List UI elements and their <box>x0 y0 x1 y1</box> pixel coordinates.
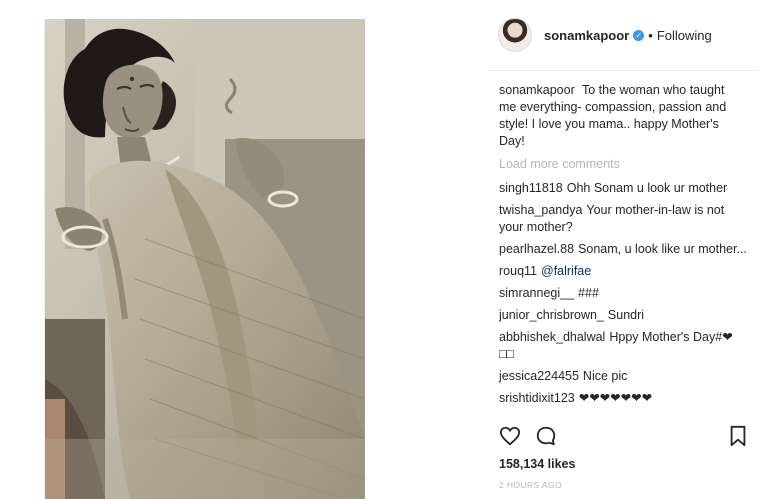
comment-text: Sundri <box>607 308 645 322</box>
avatar[interactable] <box>498 18 532 52</box>
comment-username[interactable]: junior_chrisbrown_ <box>499 308 604 322</box>
comment-mention-link[interactable]: @falrifae <box>541 264 591 278</box>
vintage-portrait-image <box>45 19 365 499</box>
comment-username[interactable]: jessica224455 <box>499 369 579 383</box>
following-button[interactable]: Following <box>657 28 712 43</box>
likes-count[interactable]: 158,134 likes <box>499 457 575 471</box>
verified-badge-icon: ✓ <box>633 29 645 41</box>
load-more-comments-link[interactable]: Load more comments <box>499 157 620 171</box>
comment-username[interactable]: abbhishek_dhalwal <box>499 330 605 344</box>
list-item: srishtidixit123 ❤❤❤❤❤❤❤ <box>499 390 747 407</box>
header-divider <box>488 70 759 71</box>
comment-username[interactable]: twisha_pandya <box>499 203 582 217</box>
list-item: rouq11 @falrifae <box>499 263 747 280</box>
comment-username[interactable]: srishtidixit123 <box>499 391 575 405</box>
post-actions-bar <box>499 425 749 447</box>
post-details-panel: sonamkapoor ✓ • Following sonamkapoor To… <box>488 0 759 499</box>
comment-text: ❤❤❤❤❤❤❤ <box>578 391 653 405</box>
list-item: jessica224455 Nice pic <box>499 368 747 385</box>
bookmark-icon[interactable] <box>727 425 749 447</box>
list-item: abbhishek_dhalwal Hppy Mother's Day#❤ □□ <box>499 329 747 363</box>
comments-list: singh11818 Ohh Sonam u look ur mother twi… <box>499 180 747 412</box>
list-item: simrannegi__ ### <box>499 285 747 302</box>
username[interactable]: sonamkapoor <box>544 28 629 43</box>
list-item: singh11818 Ohh Sonam u look ur mother <box>499 180 747 197</box>
comment-username[interactable]: singh11818 <box>499 181 563 195</box>
list-item: pearlhazel.88 Sonam, u look like ur mothe… <box>499 241 747 258</box>
comment-text: Ohh Sonam u look ur mother <box>566 181 728 195</box>
comment-username[interactable]: rouq11 <box>499 264 537 278</box>
comment-text: ### <box>578 286 599 300</box>
post-header: sonamkapoor ✓ • Following <box>488 17 712 53</box>
caption-username[interactable]: sonamkapoor <box>499 83 575 97</box>
separator-dot: • <box>648 27 653 43</box>
post-photo[interactable] <box>44 19 365 499</box>
heart-icon[interactable] <box>499 425 521 447</box>
post-timestamp[interactable]: 2 HOURS AGO <box>499 480 562 490</box>
comment-text: Nice pic <box>582 369 628 383</box>
list-item: junior_chrisbrown_ Sundri <box>499 307 747 324</box>
comment-text: Sonam, u look like ur mother... <box>578 242 747 256</box>
comment-icon[interactable] <box>535 425 557 447</box>
comment-username[interactable]: pearlhazel.88 <box>499 242 574 256</box>
post-caption: sonamkapoor To the woman who taught me e… <box>499 82 739 150</box>
comment-username[interactable]: simrannegi__ <box>499 286 574 300</box>
list-item: twisha_pandya Your mother-in-law is not y… <box>499 202 747 236</box>
